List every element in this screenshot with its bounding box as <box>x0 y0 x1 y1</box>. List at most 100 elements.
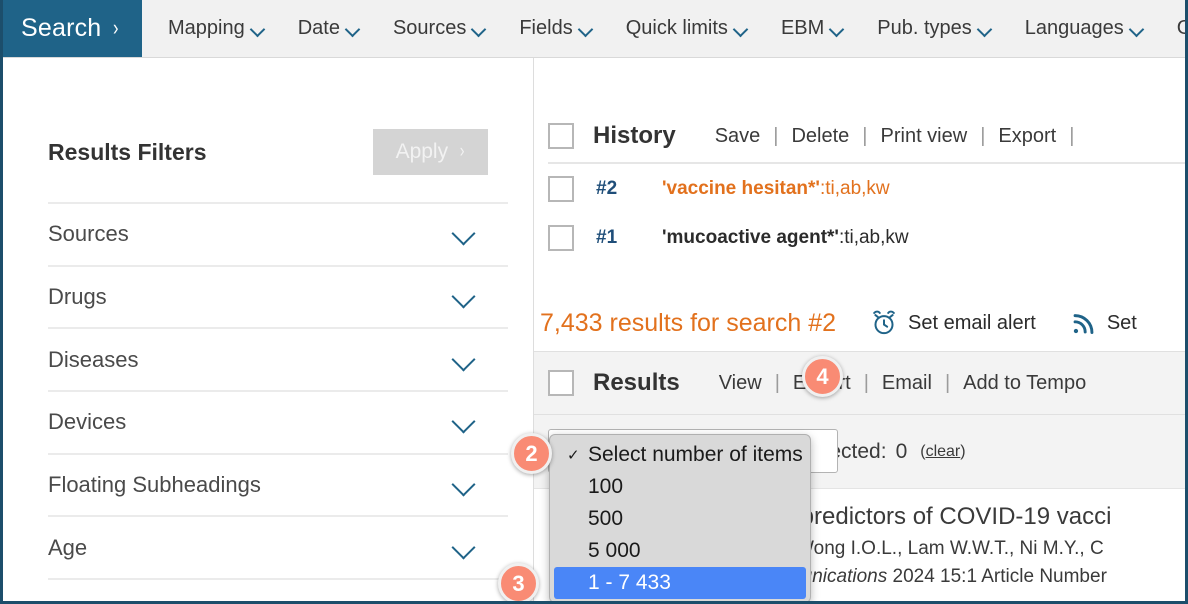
filter-row-drugs[interactable]: Drugs <box>48 264 508 328</box>
nav-item-label: EBM <box>780 17 825 39</box>
nav-item-label: Languages <box>1024 17 1124 39</box>
chevron-down-icon <box>831 23 844 36</box>
nav-item-gender[interactable]: Gender <box>1177 17 1185 40</box>
history-delete-link[interactable]: Delete <box>791 125 849 148</box>
chevron-down-icon <box>1131 23 1144 36</box>
result-item-source-rest: 2024 15:1 Article Number <box>887 566 1107 587</box>
separator: | <box>774 371 780 394</box>
filter-row-label: Age <box>48 534 88 560</box>
nav-item-languages[interactable]: Languages <box>1025 17 1144 40</box>
nav-item-label: Sources <box>392 17 467 39</box>
result-item-title[interactable]: … predictors of COVID-19 vacci <box>770 503 1185 531</box>
dropdown-option-500[interactable]: 500 <box>550 503 810 535</box>
history-row-list: #2 'vaccine hesitan*':ti,ab,kw #1 'mucoa… <box>548 162 1185 264</box>
history-query-field: :ti,ab,kw <box>819 177 890 199</box>
result-item-authors: Y., Wong I.O.L., Lam W.W.T., Ni M.Y., C <box>770 538 1104 559</box>
chevron-down-icon <box>452 539 478 557</box>
apply-button-label: Apply <box>395 140 449 163</box>
results-toolbar: Results View | Export | Email | Add to T… <box>534 351 1185 415</box>
filter-row-label: Floating Subheadings <box>48 472 261 498</box>
filter-row-sources[interactable]: Sources <box>48 202 508 265</box>
top-navigation-bar: Search › Mapping Date Sources Fields Qui… <box>3 0 1185 58</box>
filter-row-floating-subheadings[interactable]: Floating Subheadings <box>48 452 508 516</box>
alarm-clock-icon <box>870 309 898 337</box>
history-row[interactable]: #2 'vaccine hesitan*':ti,ab,kw <box>548 164 1185 214</box>
separator: | <box>944 371 951 394</box>
chevron-right-icon: › <box>459 141 465 162</box>
separator: | <box>862 124 868 147</box>
separator: | <box>980 124 986 147</box>
apply-filters-button[interactable]: Apply › <box>373 129 488 175</box>
nav-item-label: Date <box>297 17 340 39</box>
chevron-down-icon <box>473 23 486 36</box>
history-export-link[interactable]: Export <box>998 125 1056 148</box>
nav-search-tab[interactable]: Search › <box>3 0 142 57</box>
clear-selection-link[interactable]: (clear) <box>920 443 965 461</box>
result-item-source: mmunications 2024 15:1 Article Number <box>770 566 1185 588</box>
results-view-link[interactable]: View <box>719 372 762 395</box>
nav-item-mapping[interactable]: Mapping <box>168 17 265 40</box>
set-email-alert-button[interactable]: Set email alert <box>870 309 1036 337</box>
dropdown-option-100[interactable]: 100 <box>550 471 810 503</box>
dropdown-option-select-number[interactable]: Select number of items <box>550 439 810 471</box>
history-row-number[interactable]: #2 <box>596 178 662 200</box>
filter-category-list: Sources Drugs Diseases Devices Floating … <box>48 202 508 601</box>
nav-item-sources[interactable]: Sources <box>393 17 486 40</box>
chevron-down-icon <box>979 23 992 36</box>
history-save-link[interactable]: Save <box>715 125 761 148</box>
chevron-down-icon <box>252 23 265 36</box>
set-rss-feed-button[interactable]: Set <box>1070 310 1137 337</box>
chevron-down-icon <box>452 476 478 494</box>
nav-menu-list: Mapping Date Sources Fields Quick limits… <box>168 0 1185 57</box>
nav-item-ebm[interactable]: EBM <box>781 17 844 40</box>
results-filters-header: Results Filters Apply › <box>48 121 488 183</box>
history-row-checkbox[interactable] <box>548 225 574 252</box>
filter-row-gender[interactable]: Gender <box>48 578 508 601</box>
history-row-query[interactable]: 'vaccine hesitan*':ti,ab,kw <box>662 178 890 200</box>
rss-icon <box>1070 310 1097 337</box>
history-row-query[interactable]: 'mucoactive agent*':ti,ab,kw <box>662 227 909 249</box>
nav-item-fields[interactable]: Fields <box>519 17 592 40</box>
filter-row-label: Sources <box>48 221 129 247</box>
dropdown-option-5000[interactable]: 5 000 <box>550 535 810 567</box>
separator: | <box>863 371 869 394</box>
nav-item-label: Pub. types <box>877 17 972 39</box>
chevron-down-icon <box>735 23 748 36</box>
filter-row-age[interactable]: Age <box>48 515 508 578</box>
history-query-field: :ti,ab,kw <box>838 227 909 249</box>
filter-row-devices[interactable]: Devices <box>48 390 508 453</box>
history-query-term: 'mucoactive agent*' <box>662 227 839 249</box>
nav-item-label: Fields <box>519 17 573 39</box>
history-select-all-checkbox[interactable] <box>548 123 574 149</box>
nav-item-label: Quick limits <box>625 17 728 39</box>
filter-row-label: Drugs <box>48 284 107 310</box>
history-print-view-link[interactable]: Print view <box>881 125 968 148</box>
results-add-to-temporary-link[interactable]: Add to Tempo <box>963 372 1086 395</box>
step-badge-3: 3 <box>498 563 539 601</box>
filter-row-diseases[interactable]: Diseases <box>48 327 508 390</box>
set-rss-feed-label: Set <box>1106 311 1137 334</box>
chevron-right-icon: › <box>113 14 120 40</box>
filter-row-label: Devices <box>48 409 127 435</box>
history-title: History <box>593 122 676 149</box>
chevron-down-icon <box>580 23 593 36</box>
page-title: Results Filters <box>48 138 207 165</box>
results-summary-row: 7,433 results for search #2 Set email al… <box>534 295 1185 351</box>
chevron-down-icon <box>452 413 478 431</box>
nav-item-quick-limits[interactable]: Quick limits <box>626 17 748 40</box>
history-row[interactable]: #1 'mucoactive agent*':ti,ab,kw <box>548 214 1185 264</box>
history-row-checkbox[interactable] <box>548 175 574 202</box>
number-of-items-dropdown-menu[interactable]: Select number of items 100 500 5 000 1 -… <box>549 434 811 601</box>
nav-search-label: Search <box>21 14 102 42</box>
results-select-all-checkbox[interactable] <box>548 370 574 396</box>
dropdown-option-full-range[interactable]: 1 - 7 433 <box>554 567 806 599</box>
nav-item-date[interactable]: Date <box>298 17 360 40</box>
history-query-term: 'vaccine hesitan*' <box>662 177 820 199</box>
filter-row-label: Gender <box>48 597 121 601</box>
history-row-number[interactable]: #1 <box>596 227 662 249</box>
results-email-link[interactable]: Email <box>882 372 932 395</box>
nav-item-pub-types[interactable]: Pub. types <box>877 17 992 40</box>
results-toolbar-links: View | Export | Email | Add to Tempo <box>719 372 1086 395</box>
filter-row-label: Diseases <box>48 346 139 372</box>
step-badge-2: 2 <box>511 433 552 474</box>
